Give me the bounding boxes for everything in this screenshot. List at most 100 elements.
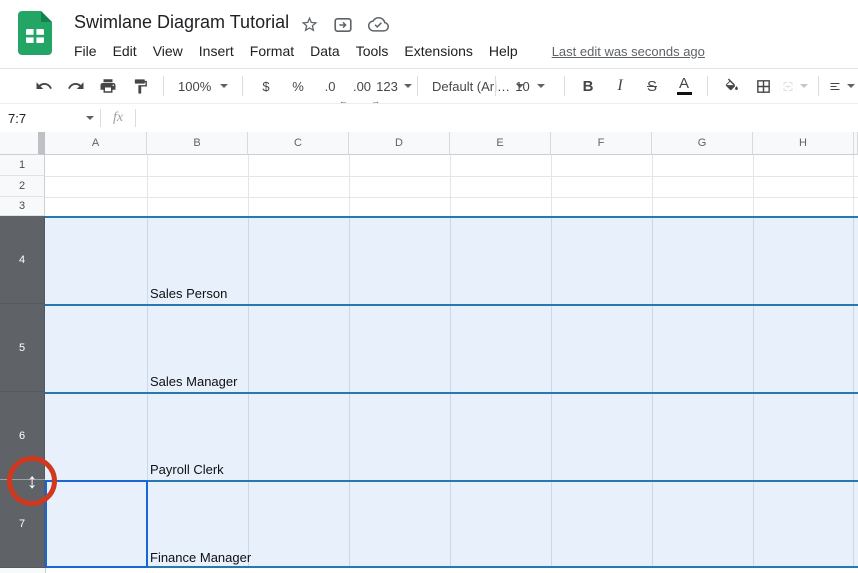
gridline [45, 176, 858, 177]
decrease-decimal-button[interactable]: .0 ← [317, 73, 348, 104]
annotation-highlight-circle: ↕ [7, 456, 57, 506]
star-icon[interactable] [300, 15, 319, 34]
menu-file[interactable]: File [66, 40, 105, 62]
column-header-c[interactable]: C [248, 132, 349, 155]
menu-tools[interactable]: Tools [348, 40, 397, 62]
undo-icon [36, 82, 52, 89]
row-header-1[interactable]: 1 [0, 155, 45, 176]
gridline [147, 155, 148, 216]
more-formats-button[interactable]: 123 [376, 73, 412, 99]
fill-color-icon [725, 78, 738, 90]
merge-cells-button[interactable] [782, 73, 808, 99]
print-button[interactable] [95, 73, 121, 99]
chevron-down-icon [537, 84, 545, 88]
google-sheets-app: Swimlane Diagram Tutorial File Edit View… [0, 0, 858, 573]
menu-edit[interactable]: Edit [105, 40, 145, 62]
row-header-5[interactable]: 5 [0, 304, 45, 392]
document-title[interactable]: Swimlane Diagram Tutorial [74, 12, 289, 33]
toolbar-divider [495, 76, 497, 96]
column-header-a[interactable]: A [45, 132, 147, 155]
menu-help[interactable]: Help [481, 40, 526, 62]
redo-button[interactable] [63, 73, 89, 99]
column-header-b[interactable]: B [147, 132, 248, 155]
lane-border [45, 566, 858, 568]
toolbar-divider [818, 76, 819, 96]
column-header-h[interactable]: H [753, 132, 854, 155]
column-header-d[interactable]: D [349, 132, 450, 155]
name-box[interactable]: 7:7 [0, 111, 100, 126]
toolbar: 100% $ % .0 ← .00 → 123 Default (Ari… 10 B… [0, 69, 858, 104]
format-percent-button[interactable]: % [285, 73, 311, 99]
toolbar-divider [163, 76, 164, 96]
paint-format-icon [134, 78, 147, 94]
lane-border [45, 392, 858, 394]
menu-format[interactable]: Format [242, 40, 302, 62]
menu-insert[interactable]: Insert [191, 40, 242, 62]
spreadsheet-grid: A B C D E F G H 1 2 3 4 5 6 7 Sales Pers… [0, 132, 858, 573]
menu-data[interactable]: Data [302, 40, 348, 62]
redo-icon [68, 82, 84, 89]
cloud-saved-icon[interactable] [367, 16, 389, 33]
lane-border [45, 216, 858, 218]
font-select[interactable]: Default (Ari… [428, 73, 525, 99]
paint-format-button[interactable] [127, 73, 153, 99]
align-left-icon [830, 82, 840, 90]
row-header-3[interactable]: 3 [0, 197, 45, 216]
chevron-down-icon [403, 84, 412, 88]
cell-b6-label: Payroll Clerk [150, 462, 224, 477]
row-resize-cursor-icon: ↕ [26, 469, 38, 493]
menubar: File Edit View Insert Format Data Tools … [66, 40, 705, 62]
menu-extensions[interactable]: Extensions [396, 40, 480, 62]
italic-button[interactable]: I [607, 73, 633, 99]
fx-icon: fx [113, 110, 124, 125]
gridline [349, 155, 350, 216]
topbar: Swimlane Diagram Tutorial File Edit View… [0, 0, 858, 69]
strikethrough-button[interactable]: S [639, 73, 665, 99]
font-size-select[interactable]: 10 [506, 73, 554, 99]
print-icon [100, 79, 116, 93]
chevron-down-icon [86, 116, 94, 120]
toolbar-divider [417, 76, 418, 96]
row-header-2[interactable]: 2 [0, 176, 45, 197]
formula-bar-divider [135, 109, 137, 127]
select-all-corner[interactable] [0, 132, 45, 155]
gridline [652, 155, 653, 216]
formula-bar: 7:7 fx [0, 104, 858, 133]
fill-color-button[interactable] [718, 73, 744, 99]
horizontal-align-button[interactable] [829, 73, 855, 99]
sheets-logo[interactable] [17, 10, 53, 56]
bold-button[interactable]: B [575, 73, 601, 99]
chevron-down-icon [847, 84, 855, 88]
gridline [853, 155, 854, 216]
toolbar-divider [564, 76, 565, 96]
chevron-down-icon [220, 84, 228, 88]
move-to-folder-icon[interactable] [333, 16, 353, 34]
menu-view[interactable]: View [145, 40, 191, 62]
gridline [450, 155, 451, 216]
text-color-swatch [676, 92, 692, 95]
sheets-logo-icon [18, 11, 52, 55]
column-header-e[interactable]: E [450, 132, 551, 155]
column-header-f[interactable]: F [551, 132, 652, 155]
cell-b5-label: Sales Manager [150, 374, 238, 389]
arrow-right-icon: → [371, 96, 380, 104]
active-cell-a7[interactable] [45, 480, 148, 568]
gridline [248, 155, 249, 216]
column-header-partial[interactable] [854, 132, 858, 155]
cell-b7-label: Finance Manager [150, 550, 252, 565]
row-header-4[interactable]: 4 [0, 216, 45, 304]
increase-decimal-button[interactable]: .00 → [349, 73, 380, 104]
borders-button[interactable] [750, 73, 776, 99]
cell-b4-label: Sales Person [150, 286, 228, 301]
gridline [551, 155, 552, 216]
column-header-g[interactable]: G [652, 132, 753, 155]
undo-button[interactable] [31, 73, 57, 99]
row-header-8-partial[interactable] [0, 568, 46, 573]
zoom-select[interactable]: 100% [174, 73, 232, 99]
lane-border[interactable] [45, 480, 858, 482]
format-currency-button[interactable]: $ [253, 73, 279, 99]
gridline [45, 197, 858, 198]
last-edit-link[interactable]: Last edit was seconds ago [552, 44, 705, 59]
toolbar-divider [242, 76, 243, 96]
text-color-button[interactable]: A [671, 73, 697, 99]
